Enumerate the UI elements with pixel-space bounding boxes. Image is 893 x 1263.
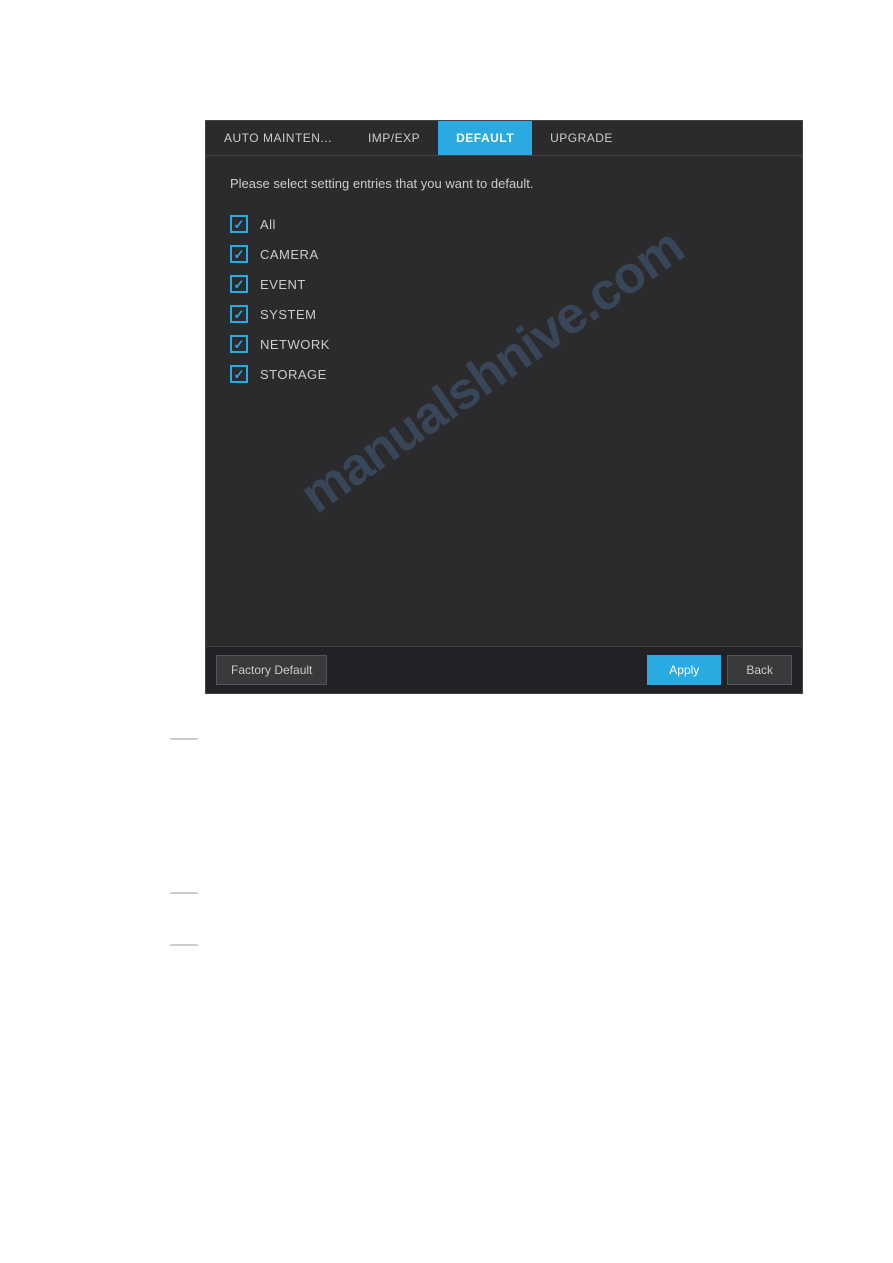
checkbox-all[interactable] xyxy=(230,215,248,233)
checkbox-system-label: SYSTEM xyxy=(260,307,316,322)
checkbox-item-network[interactable]: NETWORK xyxy=(230,331,778,357)
deco-line-3 xyxy=(170,944,198,946)
tab-default[interactable]: DEFAULT xyxy=(438,121,532,155)
tab-bar: AUTO MAINTEN... IMP/EXP DEFAULT UPGRADE xyxy=(206,121,802,156)
back-button[interactable]: Back xyxy=(727,655,792,685)
deco-line-1 xyxy=(170,738,198,740)
instruction-text: Please select setting entries that you w… xyxy=(230,176,778,191)
checkbox-item-storage[interactable]: STORAGE xyxy=(230,361,778,387)
checkbox-all-label: All xyxy=(260,217,276,232)
checkbox-event[interactable] xyxy=(230,275,248,293)
apply-button[interactable]: Apply xyxy=(647,655,721,685)
checkbox-item-all[interactable]: All xyxy=(230,211,778,237)
deco-line-2 xyxy=(170,892,198,894)
factory-default-button[interactable]: Factory Default xyxy=(216,655,327,685)
checkbox-camera[interactable] xyxy=(230,245,248,263)
tab-auto-maintain[interactable]: AUTO MAINTEN... xyxy=(206,121,350,155)
checkbox-item-system[interactable]: SYSTEM xyxy=(230,301,778,327)
right-buttons: Apply Back xyxy=(647,655,792,685)
checkbox-network-label: NETWORK xyxy=(260,337,330,352)
tab-imp-exp[interactable]: IMP/EXP xyxy=(350,121,438,155)
content-area: Please select setting entries that you w… xyxy=(206,156,802,646)
checkbox-storage-label: STORAGE xyxy=(260,367,327,382)
checkbox-item-camera[interactable]: CAMERA xyxy=(230,241,778,267)
tab-upgrade[interactable]: UPGRADE xyxy=(532,121,631,155)
checkbox-network[interactable] xyxy=(230,335,248,353)
checkbox-item-event[interactable]: EVENT xyxy=(230,271,778,297)
checkbox-system[interactable] xyxy=(230,305,248,323)
button-bar: Factory Default Apply Back xyxy=(206,646,802,693)
checkbox-camera-label: CAMERA xyxy=(260,247,319,262)
checkbox-list: All CAMERA EVENT SYSTEM NETWORK xyxy=(230,211,778,387)
checkbox-event-label: EVENT xyxy=(260,277,306,292)
checkbox-storage[interactable] xyxy=(230,365,248,383)
main-panel: AUTO MAINTEN... IMP/EXP DEFAULT UPGRADE … xyxy=(205,120,803,694)
page-wrapper: AUTO MAINTEN... IMP/EXP DEFAULT UPGRADE … xyxy=(0,0,893,1263)
